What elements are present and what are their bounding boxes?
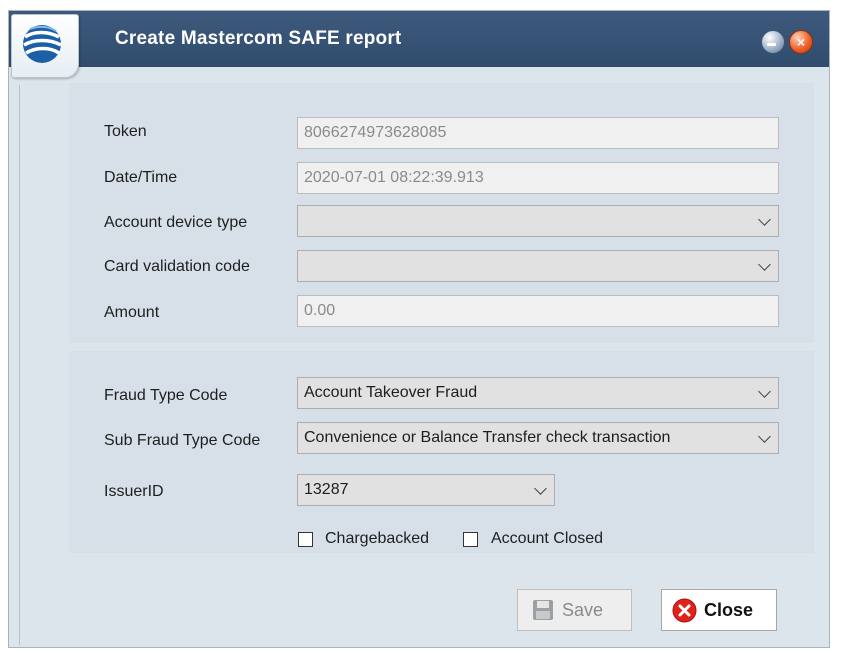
chevron-down-icon [758, 430, 771, 443]
globe-logo-icon [11, 14, 79, 78]
issuer-id-value: 13287 [304, 481, 349, 498]
token-field[interactable]: 8066274973628085 [297, 117, 779, 149]
chevron-down-icon [534, 482, 547, 495]
red-x-icon [672, 598, 697, 628]
chevron-down-icon [758, 213, 771, 226]
safe-report-dialog: Create Mastercom SAFE report × Token 806… [8, 10, 830, 648]
chevron-down-icon [758, 385, 771, 398]
chargebacked-label[interactable]: Chargebacked [325, 530, 429, 548]
card-validation-code-label: Card validation code [104, 258, 250, 275]
window-title: Create Mastercom SAFE report [115, 28, 402, 49]
account-closed-checkbox[interactable] [463, 532, 478, 547]
sub-fraud-type-code-label: Sub Fraud Type Code [104, 432, 261, 449]
datetime-field[interactable]: 2020-07-01 08:22:39.913 [297, 162, 779, 194]
chargebacked-checkbox[interactable] [298, 532, 313, 547]
fraud-type-code-label: Fraud Type Code [104, 387, 228, 404]
sub-fraud-type-code-select[interactable]: Convenience or Balance Transfer check tr… [297, 422, 779, 454]
account-device-type-select[interactable] [297, 205, 779, 237]
amount-field[interactable]: 0.00 [297, 295, 779, 327]
issuer-id-select[interactable]: 13287 [297, 474, 555, 506]
close-button[interactable]: Close [661, 589, 777, 631]
token-label: Token [104, 123, 147, 140]
minimize-icon[interactable] [761, 30, 785, 54]
close-button-label: Close [704, 600, 754, 620]
save-button-label: Save [562, 600, 604, 620]
issuer-id-label: IssuerID [104, 483, 164, 500]
account-device-type-label: Account device type [104, 214, 248, 231]
close-x-icon[interactable]: × [789, 30, 813, 54]
amount-label: Amount [104, 304, 160, 321]
sub-fraud-type-code-value: Convenience or Balance Transfer check tr… [304, 429, 671, 446]
chevron-down-icon [758, 258, 771, 271]
floppy-disk-icon [532, 599, 554, 626]
title-bar[interactable]: Create Mastercom SAFE report × [9, 11, 829, 67]
save-button[interactable]: Save [517, 589, 632, 631]
frame-line [19, 85, 20, 645]
fraud-type-code-select[interactable]: Account Takeover Fraud [297, 377, 779, 409]
fraud-type-code-value: Account Takeover Fraud [304, 384, 478, 401]
account-closed-label[interactable]: Account Closed [491, 530, 603, 548]
card-validation-code-select[interactable] [297, 250, 779, 282]
datetime-label: Date/Time [104, 169, 178, 186]
